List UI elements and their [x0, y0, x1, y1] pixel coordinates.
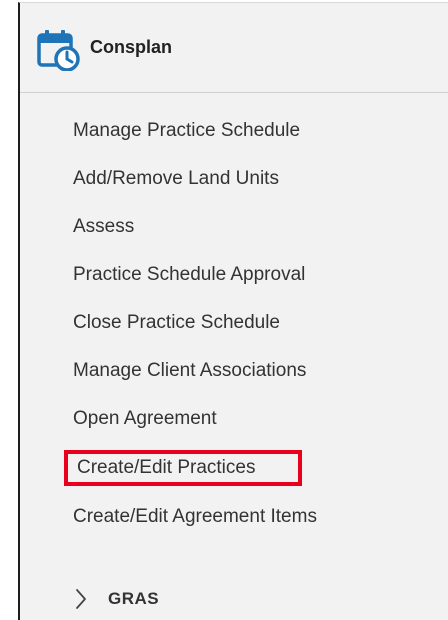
side-menu: Consplan Manage Practice Schedule Add/Re…: [18, 2, 448, 620]
menu-header: Consplan: [20, 3, 448, 93]
menu-item-manage-client-associations[interactable]: Manage Client Associations: [73, 353, 306, 389]
menu-item-practice-schedule-approval[interactable]: Practice Schedule Approval: [73, 257, 305, 293]
menu-group-gras[interactable]: GRAS: [72, 584, 159, 614]
menu-group-label: GRAS: [108, 589, 160, 608]
menu-item-add-remove-land-units[interactable]: Add/Remove Land Units: [73, 161, 279, 197]
menu-item-create-edit-agreement-items[interactable]: Create/Edit Agreement Items: [73, 499, 317, 535]
chevron-right-icon: [72, 587, 90, 611]
menu-item-assess[interactable]: Assess: [73, 209, 134, 245]
calendar-clock-icon: [36, 27, 80, 72]
app-title: Consplan: [90, 37, 173, 57]
menu-item-create-edit-practices[interactable]: Create/Edit Practices: [64, 450, 302, 486]
menu-item-open-agreement[interactable]: Open Agreement: [73, 401, 217, 437]
menu-item-close-practice-schedule[interactable]: Close Practice Schedule: [73, 305, 280, 341]
menu-item-manage-practice-schedule[interactable]: Manage Practice Schedule: [73, 113, 300, 149]
